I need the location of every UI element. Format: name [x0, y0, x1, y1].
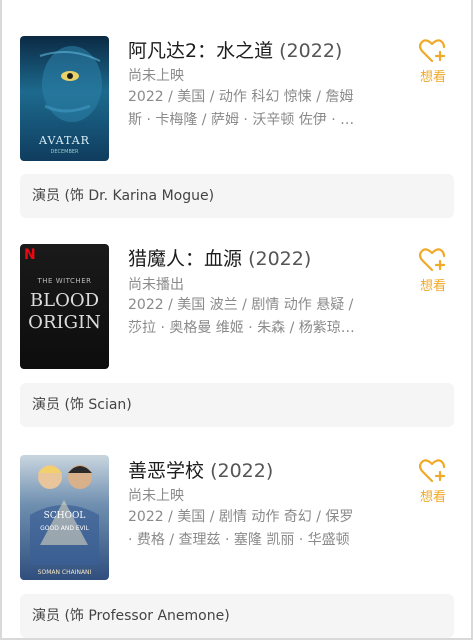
movie-meta: 2022 / 美国 波兰 / 剧情 动作 悬疑 / 莎拉 · 奥格曼 维姬 · …: [128, 297, 355, 336]
role-info: 演员 (饰 Dr. Karina Mogue): [20, 174, 454, 218]
wishlist-label: 想看: [419, 70, 446, 85]
role-info: 演员 (饰 Scian): [20, 383, 454, 427]
poster-title: SCHOOL: [43, 511, 86, 521]
movie-meta: 2022 / 美国 / 剧情 动作 奇幻 / 保罗 · 费格 / 查理兹 · 塞…: [128, 509, 354, 548]
heart-plus-icon: [419, 39, 446, 63]
movie-title[interactable]: 猎魔人：血源 (2022): [128, 244, 311, 271]
wishlist-button[interactable]: 想看: [413, 247, 453, 294]
movie-meta: 2022 / 美国 / 动作 科幻 惊悚 / 詹姆 斯 · 卡梅隆 / 萨姆 ·…: [128, 89, 355, 128]
heart-plus-icon: [419, 459, 446, 483]
netflix-logo-icon: N: [24, 247, 36, 263]
poster-title: AVATAR: [39, 134, 90, 147]
poster-title-2: ORIGIN: [28, 312, 101, 333]
movie-poster[interactable]: AVATAR DECEMBER: [20, 36, 109, 161]
movie-title[interactable]: 善恶学校 (2022): [128, 456, 273, 483]
poster-subtitle: THE WITCHER: [37, 277, 92, 285]
screen-frame-left: [0, 0, 2, 640]
wishlist-label: 想看: [419, 490, 446, 505]
wishlist-label: 想看: [419, 279, 446, 294]
release-status: 尚未播出: [128, 277, 184, 293]
poster-author: SOMAN CHAINANI: [37, 569, 92, 576]
poster-title: BLOOD: [29, 290, 100, 311]
wishlist-button[interactable]: 想看: [413, 38, 453, 85]
movie-title[interactable]: 阿凡达2：水之道 (2022): [128, 36, 342, 63]
wishlist-button[interactable]: 想看: [413, 458, 453, 505]
poster-subtitle: DECEMBER: [50, 149, 79, 155]
poster-subtitle: GOOD AND EVIL: [40, 525, 89, 532]
movie-poster[interactable]: SCHOOL GOOD AND EVIL SOMAN CHAINANI: [20, 455, 109, 580]
release-status: 尚未上映: [128, 68, 184, 84]
movie-poster[interactable]: N THE WITCHER BLOOD ORIGIN: [20, 244, 109, 369]
heart-plus-icon: [419, 248, 446, 272]
role-info: 演员 (饰 Professor Anemone): [20, 594, 454, 638]
release-status: 尚未上映: [128, 488, 184, 504]
